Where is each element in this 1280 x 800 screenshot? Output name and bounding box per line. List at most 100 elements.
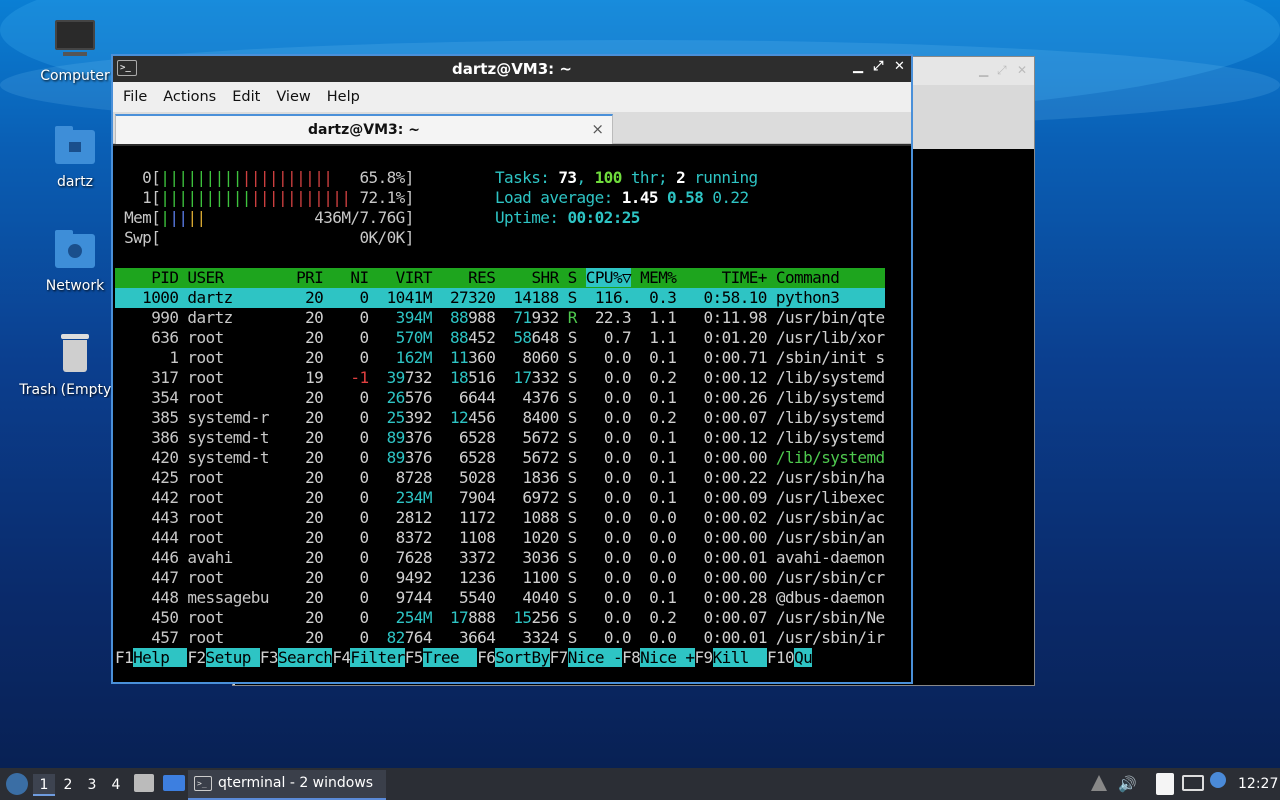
process-cell: 20: [277, 408, 324, 427]
fkey-f7[interactable]: F7Nice -: [550, 648, 623, 667]
process-cell: 19: [277, 368, 324, 387]
column-header-ni[interactable]: NI: [323, 268, 369, 287]
process-row[interactable]: 1 root 20 0 162M 11360 8060 S 0.0 0.1 0:…: [115, 348, 885, 368]
menu-file[interactable]: File: [123, 89, 158, 105]
process-cell: 0:00.12: [676, 428, 768, 447]
column-header-user[interactable]: USER: [178, 268, 278, 287]
column-header-cpu[interactable]: CPU%▽: [585, 268, 632, 287]
close-button[interactable]: ✕: [894, 59, 905, 74]
column-header-mem[interactable]: MEM%: [631, 268, 677, 287]
process-row[interactable]: 420 systemd-t 20 0 89376 6528 5672 S 0.0…: [115, 448, 885, 468]
process-row[interactable]: 1000 dartz 20 0 1041M 27320 14188 S 116.…: [115, 288, 885, 308]
process-cell: 4376: [495, 388, 559, 407]
swap-value: 0K/0K]: [359, 228, 414, 247]
process-cell: 457: [115, 628, 179, 647]
process-row[interactable]: 446 avahi 20 0 7628 3372 3036 S 0.0 0.0 …: [115, 548, 885, 568]
process-row[interactable]: 443 root 20 0 2812 1172 1088 S 0.0 0.0 0…: [115, 508, 885, 528]
process-row[interactable]: 385 systemd-r 20 0 25392 12456 8400 S 0.…: [115, 408, 885, 428]
process-cell: 71932: [495, 308, 559, 327]
fkey-f5[interactable]: F5Tree: [405, 648, 478, 667]
fkey-label: Help: [133, 648, 188, 667]
show-desktop-icon[interactable]: [163, 775, 185, 791]
menu-edit[interactable]: Edit: [232, 89, 271, 105]
process-row[interactable]: 990 dartz 20 0 394M 88988 71932 R 22.3 1…: [115, 308, 885, 328]
process-cell: 3324: [495, 628, 559, 647]
workspace-3[interactable]: 3: [81, 774, 103, 796]
fkey-f3[interactable]: F3Search: [260, 648, 333, 667]
fkey-f4[interactable]: F4Filter: [332, 648, 405, 667]
menu-help[interactable]: Help: [327, 89, 371, 105]
tab-terminal[interactable]: dartz@VM3: ~ ×: [115, 114, 613, 144]
process-cell: 0.1: [631, 468, 677, 487]
fkey-f6[interactable]: F6SortBy: [477, 648, 550, 667]
window-titlebar[interactable]: >_ dartz@VM3: ~ ▁ ⤢ ✕: [113, 56, 911, 82]
process-row[interactable]: 444 root 20 0 8372 1108 1020 S 0.0 0.0 0…: [115, 528, 885, 548]
minimize-icon[interactable]: ▁: [979, 63, 988, 77]
notification-up-icon[interactable]: [1091, 775, 1107, 791]
threads-label: thr;: [621, 168, 677, 187]
column-header-pid[interactable]: PID: [115, 268, 179, 287]
fkey-f8[interactable]: F8Nice +: [622, 648, 695, 667]
column-header-res[interactable]: RES: [432, 268, 496, 287]
terminal-window[interactable]: >_ dartz@VM3: ~ ▁ ⤢ ✕ File Actions Edit …: [111, 54, 913, 684]
clock[interactable]: 12:27: [1238, 768, 1278, 800]
process-row[interactable]: 425 root 20 0 8728 5028 1836 S 0.0 0.1 0…: [115, 468, 885, 488]
process-cell: 1172: [431, 508, 496, 527]
process-cell: systemd-r: [178, 408, 278, 427]
mem-meter: Mem[||||| 436M/7.76G]: [124, 208, 414, 227]
process-row[interactable]: 457 root 20 0 82764 3664 3324 S 0.0 0.0 …: [115, 628, 885, 648]
process-row[interactable]: 354 root 20 0 26576 6644 4376 S 0.0 0.1 …: [115, 388, 885, 408]
taskbar-task-qterminal[interactable]: >_ qterminal - 2 windows: [188, 770, 386, 800]
process-cell: 0:00.00: [676, 448, 768, 467]
menu-actions[interactable]: Actions: [163, 89, 227, 105]
fkey-f9[interactable]: F9Kill: [695, 648, 767, 667]
maximize-icon[interactable]: ⤢: [997, 63, 1007, 78]
terminal-area[interactable]: 0[||||||||||||||||||| 65.8%] 1[|||||||||…: [113, 146, 911, 682]
process-row[interactable]: 636 root 20 0 570M 88452 58648 S 0.7 1.1…: [115, 328, 885, 348]
process-row[interactable]: 448 messagebu 20 0 9744 5540 4040 S 0.0 …: [115, 588, 885, 608]
file-manager-icon[interactable]: [134, 774, 154, 792]
process-cell: messagebu: [178, 588, 278, 607]
column-header-command[interactable]: Command: [767, 268, 885, 287]
process-row[interactable]: 386 systemd-t 20 0 89376 6528 5672 S 0.0…: [115, 428, 885, 448]
column-header-virt[interactable]: VIRT: [369, 268, 433, 287]
volume-icon[interactable]: 🔊: [1118, 774, 1137, 800]
tasks-line: Tasks: 73, 100 thr; 2 running: [495, 168, 758, 187]
process-cell: root: [178, 348, 278, 367]
workspace-4[interactable]: 4: [105, 774, 127, 796]
process-cell: 20: [277, 508, 324, 527]
process-cell: /usr/sbin/ir: [766, 628, 885, 647]
process-cell: 0: [323, 348, 369, 367]
minimize-button[interactable]: ▁: [853, 59, 863, 74]
running-count: 2: [676, 168, 686, 187]
fkey-f10[interactable]: F10Qu: [767, 648, 813, 667]
menu-view[interactable]: View: [276, 89, 321, 105]
fkey-f2[interactable]: F2Setup: [187, 648, 260, 667]
workspace-1[interactable]: 1: [33, 774, 55, 796]
process-cell: 3664: [431, 628, 496, 647]
network-icon[interactable]: [1182, 775, 1204, 791]
column-header-shr[interactable]: SHR: [495, 268, 559, 287]
process-row[interactable]: 317 root 19 -1 39732 18516 17332 S 0.0 0…: [115, 368, 885, 388]
column-header-time[interactable]: TIME+: [676, 268, 768, 287]
process-cell: 0: [323, 628, 369, 647]
tab-close-icon[interactable]: ×: [591, 120, 604, 138]
process-cell: 0.0: [585, 568, 632, 587]
fkey-f1[interactable]: F1Help: [115, 648, 188, 667]
maximize-button[interactable]: ⤢: [873, 59, 883, 74]
process-row[interactable]: 442 root 20 0 234M 7904 6972 S 0.0 0.1 0…: [115, 488, 885, 508]
fkey-number: F6: [477, 648, 496, 667]
updates-icon[interactable]: [1210, 772, 1226, 788]
process-row[interactable]: 447 root 20 0 9492 1236 1100 S 0.0 0.0 0…: [115, 568, 885, 588]
process-table-header[interactable]: PID USER PRI NI VIRT RES SHR S CPU%▽ MEM…: [115, 268, 885, 288]
clipboard-icon[interactable]: [1156, 773, 1174, 795]
task-label: qterminal - 2 windows: [218, 775, 374, 791]
process-cell: 6528: [431, 428, 496, 447]
process-row[interactable]: 450 root 20 0 254M 17888 15256 S 0.0 0.2…: [115, 608, 885, 628]
workspace-2[interactable]: 2: [57, 774, 79, 796]
column-header-pri[interactable]: PRI: [278, 268, 324, 287]
process-cell: 0.2: [631, 368, 677, 387]
start-menu-icon[interactable]: [6, 773, 28, 795]
column-header-s[interactable]: S: [559, 268, 586, 287]
close-icon[interactable]: ✕: [1017, 63, 1027, 77]
